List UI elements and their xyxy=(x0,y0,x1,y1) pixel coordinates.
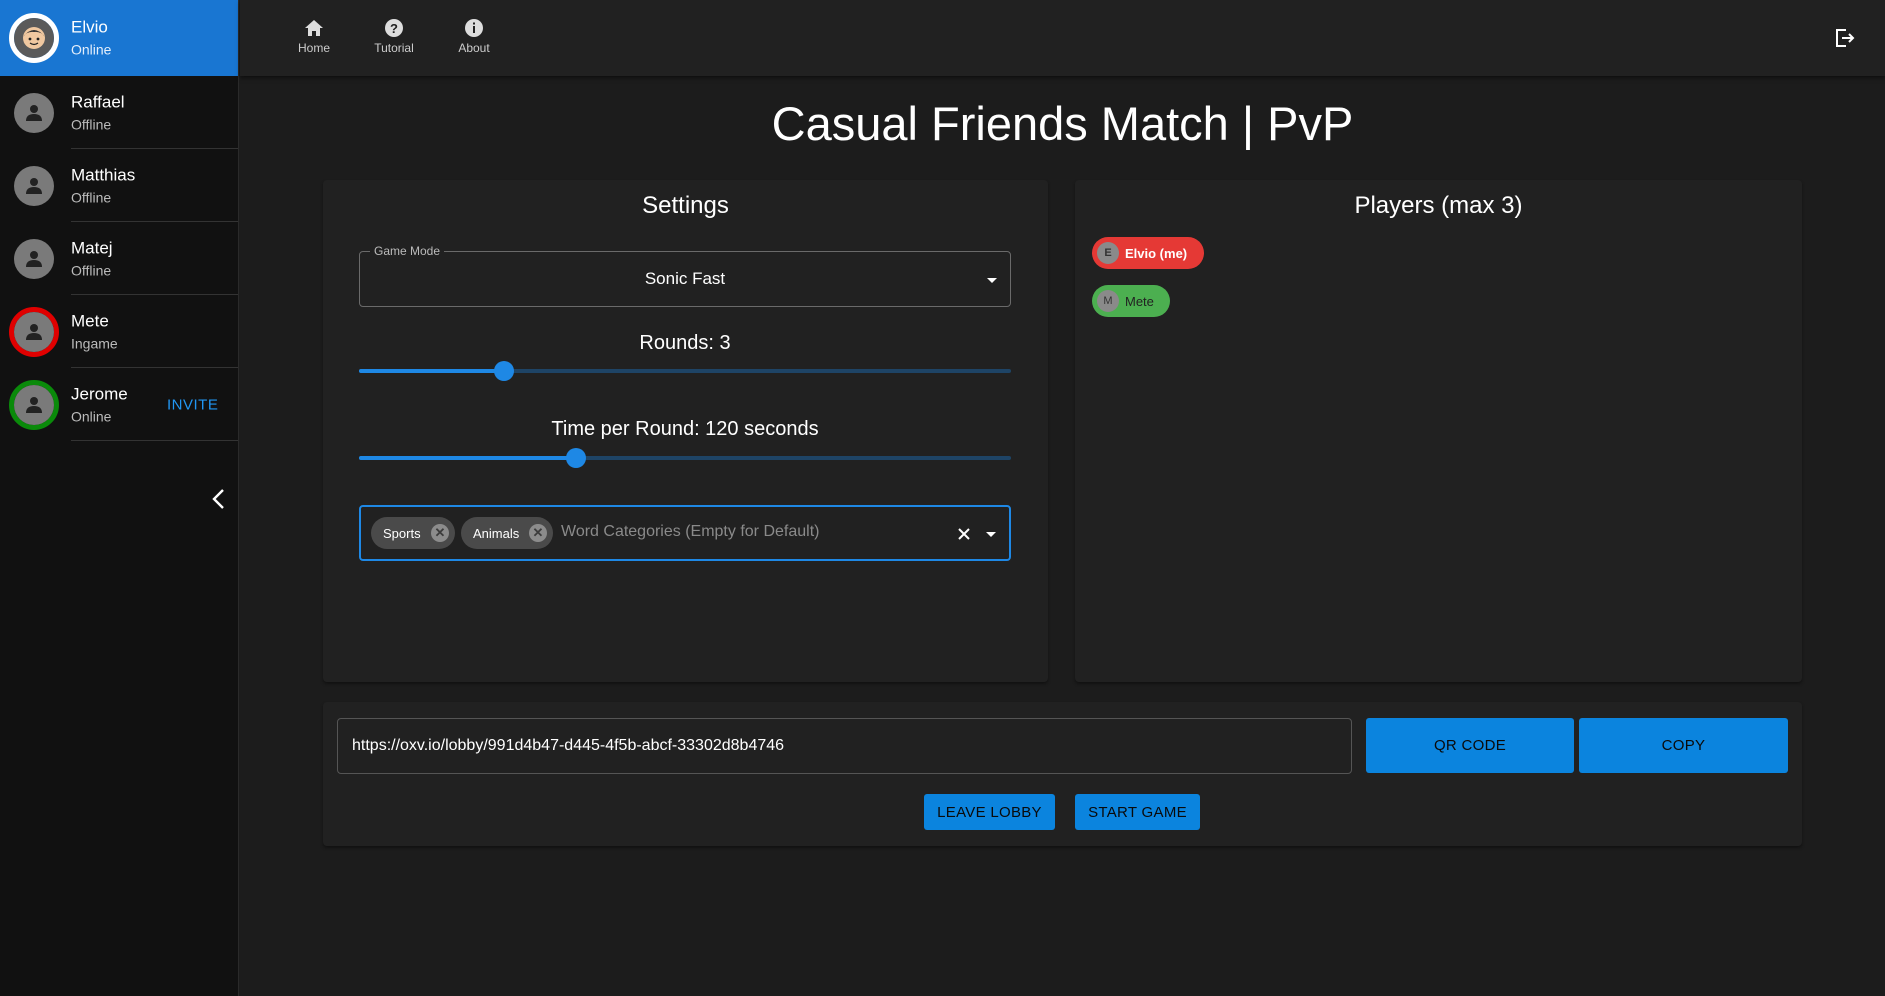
person-icon xyxy=(26,104,42,121)
friend-item-matthias[interactable]: Matthias Offline xyxy=(0,149,238,222)
avatar xyxy=(9,234,59,284)
rounds-label: Rounds: 3 xyxy=(639,332,731,354)
friend-status: Online xyxy=(71,408,112,424)
divider xyxy=(71,440,238,441)
avatar xyxy=(9,13,59,63)
avatar xyxy=(9,306,59,357)
logout-icon[interactable] xyxy=(1833,27,1855,49)
person-icon xyxy=(26,323,42,340)
avatar xyxy=(9,88,59,138)
game-mode-label: Game Mode xyxy=(370,244,445,258)
copy-button[interactable]: COPY xyxy=(1579,718,1788,773)
settings-title: Settings xyxy=(642,192,729,219)
friend-status: Ingame xyxy=(71,335,118,351)
nav-tutorial[interactable]: ? Tutorial xyxy=(364,18,424,55)
dropdown-arrow-icon[interactable] xyxy=(987,278,997,283)
person-icon xyxy=(26,250,42,267)
game-mode-select[interactable]: Game Mode Sonic Fast xyxy=(359,244,1011,307)
nav-about-label: About xyxy=(458,41,490,55)
page-title: Casual Friends Match | PvP xyxy=(771,97,1354,150)
friend-item-mete[interactable]: Mete Ingame xyxy=(0,295,238,368)
rounds-slider[interactable] xyxy=(359,361,1011,381)
categories-placeholder[interactable]: Word Categories (Empty for Default) xyxy=(561,523,819,541)
dropdown-arrow-icon[interactable] xyxy=(986,532,996,537)
help-icon: ? xyxy=(385,19,403,37)
friend-name: Elvio xyxy=(71,17,108,37)
friend-status: Offline xyxy=(71,116,112,132)
person-icon xyxy=(26,177,42,194)
time-label: Time per Round: 120 seconds xyxy=(551,418,819,440)
top-nav-bar: Home ? Tutorial About xyxy=(240,0,1885,76)
time-slider-thumb[interactable] xyxy=(566,448,587,468)
player-chip-mete: M Mete xyxy=(1092,285,1170,317)
word-categories-field[interactable]: Sports ✕ Animals ✕ Word Categories (Empt… xyxy=(359,505,1011,561)
friend-item-raffael[interactable]: Raffael Offline xyxy=(0,76,238,149)
rounds-slider-fill xyxy=(359,369,504,373)
friend-item-jerome[interactable]: Jerome Online INVITE xyxy=(0,368,238,441)
nav-about[interactable]: About xyxy=(444,18,504,55)
player-name: Mete xyxy=(1125,293,1154,309)
friend-name: Mete xyxy=(71,311,109,330)
category-chip-animals[interactable]: Animals ✕ xyxy=(461,517,553,549)
info-icon xyxy=(465,19,483,37)
avatar xyxy=(9,379,59,430)
start-game-button[interactable]: START GAME xyxy=(1075,794,1200,830)
category-chip-sports[interactable]: Sports ✕ xyxy=(371,517,455,549)
friend-name: Matthias xyxy=(71,165,136,184)
players-title: Players (max 3) xyxy=(1354,192,1523,219)
svg-text:?: ? xyxy=(390,21,398,36)
friend-name: Jerome xyxy=(71,384,128,403)
nav-home[interactable]: Home xyxy=(284,18,344,55)
friend-name: Raffael xyxy=(71,92,125,111)
nav-home-label: Home xyxy=(297,41,330,55)
friend-status: Online xyxy=(71,41,112,58)
avatar xyxy=(9,161,59,211)
friend-name: Matej xyxy=(71,238,113,257)
chip-label: Animals xyxy=(473,525,520,541)
player-name: Elvio (me) xyxy=(1125,245,1188,261)
player-chip-elvio: E Elvio (me) xyxy=(1092,237,1204,269)
leave-lobby-button[interactable]: LEAVE LOBBY xyxy=(924,794,1055,830)
time-slider[interactable] xyxy=(359,448,1011,468)
player-avatar: M xyxy=(1097,290,1119,312)
qr-code-button[interactable]: QR CODE xyxy=(1366,718,1574,773)
player-avatar: E xyxy=(1097,242,1119,264)
chip-label: Sports xyxy=(383,525,421,541)
game-mode-value: Sonic Fast xyxy=(644,269,726,288)
friend-status: Offline xyxy=(71,262,112,278)
time-slider-fill xyxy=(359,456,577,460)
invite-button[interactable]: INVITE xyxy=(167,396,218,413)
friend-status: Offline xyxy=(71,189,112,205)
friend-item-elvio[interactable]: Elvio Online xyxy=(0,0,238,76)
friend-item-matej[interactable]: Matej Offline xyxy=(0,222,238,295)
lobby-link-field[interactable]: https://oxv.io/lobby/991d4b47-d445-4f5b-… xyxy=(337,718,1352,774)
person-icon xyxy=(26,396,42,413)
remove-chip-icon[interactable]: ✕ xyxy=(431,524,449,542)
friends-sidebar: Elvio Online Raffael Offline Matthias Of… xyxy=(0,0,239,996)
user-face-icon xyxy=(23,27,45,49)
home-icon xyxy=(305,20,323,36)
rounds-slider-thumb[interactable] xyxy=(493,361,514,381)
clear-icon[interactable] xyxy=(957,527,971,541)
remove-chip-icon[interactable]: ✕ xyxy=(529,524,547,542)
nav-tutorial-label: Tutorial xyxy=(374,41,414,55)
chevron-left-icon[interactable] xyxy=(209,487,229,511)
